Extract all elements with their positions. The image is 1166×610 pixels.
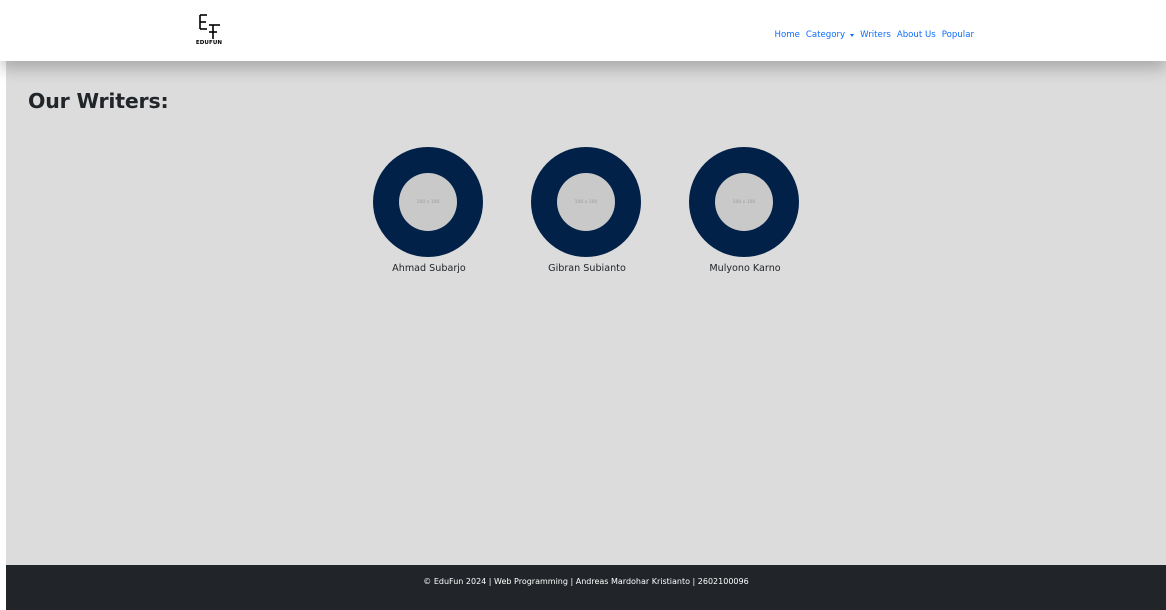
writer-card-mulyono-karno[interactable]: 100 x 100 Mulyono Karno	[680, 147, 810, 277]
nav-popular[interactable]: Popular	[942, 30, 974, 40]
avatar-image-placeholder: 100 x 100	[715, 173, 773, 231]
writer-name[interactable]: Gibran Subianto	[522, 263, 652, 274]
nav-home[interactable]: Home	[774, 30, 799, 40]
avatar-image-placeholder: 100 x 100	[399, 173, 457, 231]
nav-category-dropdown[interactable]: Category	[805, 30, 855, 40]
footer-copyright: © EduFun 2024 | Web Programming | Andrea…	[423, 577, 749, 586]
writer-name[interactable]: Ahmad Subarjo	[364, 263, 494, 274]
nav-category-label: Category	[805, 30, 846, 40]
writer-avatar[interactable]: 100 x 100	[531, 147, 641, 257]
writer-name[interactable]: Mulyono Karno	[680, 263, 810, 274]
nav-writers[interactable]: Writers	[860, 30, 891, 40]
nav-about-us[interactable]: About Us	[897, 30, 936, 40]
brand-logo[interactable]: EDUFUN	[190, 14, 228, 60]
caret-down-icon	[850, 33, 855, 37]
brand-logo-text: EDUFUN	[195, 40, 223, 46]
page-title: Our Writers:	[28, 89, 169, 113]
writers-list: 100 x 100 Ahmad Subarjo 100 x 100 Gibran…	[364, 147, 844, 287]
edufun-logo-icon	[199, 14, 220, 39]
navbar: EDUFUN Home Category Writers About Us Po…	[0, 0, 1166, 61]
writer-card-gibran-subianto[interactable]: 100 x 100 Gibran Subianto	[522, 147, 652, 277]
left-edge-strip	[0, 61, 6, 610]
writer-avatar[interactable]: 100 x 100	[373, 147, 483, 257]
writer-avatar[interactable]: 100 x 100	[689, 147, 799, 257]
footer: © EduFun 2024 | Web Programming | Andrea…	[6, 565, 1166, 610]
writer-card-ahmad-subarjo[interactable]: 100 x 100 Ahmad Subarjo	[364, 147, 494, 277]
avatar-image-placeholder: 100 x 100	[557, 173, 615, 231]
main-content: Our Writers: 100 x 100 Ahmad Subarjo 100…	[6, 61, 1166, 565]
nav-links: Home Category Writers About Us Popular	[774, 28, 974, 42]
